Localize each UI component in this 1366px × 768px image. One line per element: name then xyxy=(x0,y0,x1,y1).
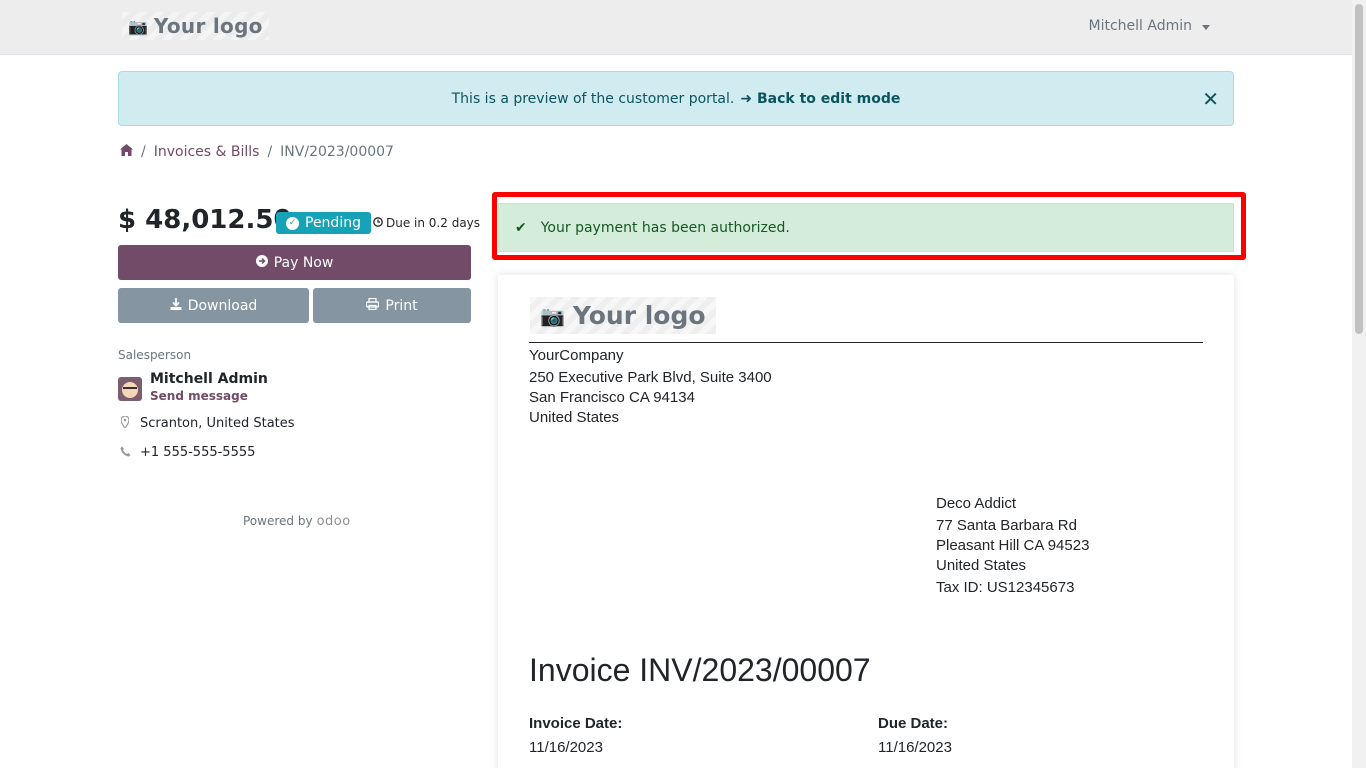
powered-by: Powered by odoo xyxy=(243,514,351,529)
close-icon[interactable]: ✕ xyxy=(1202,89,1219,109)
phone-icon xyxy=(120,446,131,460)
back-to-edit-link[interactable]: ➜ Back to edit mode xyxy=(740,91,900,107)
invoice-date-value: 11/16/2023 xyxy=(529,739,603,756)
header-divider xyxy=(529,342,1203,343)
customer-country: United States xyxy=(936,557,1027,574)
print-button[interactable]: Print xyxy=(313,288,471,323)
status-badge: ✓ Pending xyxy=(276,212,371,234)
invoice-title: Invoice INV/2023/00007 xyxy=(529,652,871,688)
page-scrollbar[interactable] xyxy=(1352,0,1366,768)
send-message-link[interactable]: Send message xyxy=(150,389,248,403)
highlight-box xyxy=(492,192,1246,260)
salesperson-label: Salesperson xyxy=(118,348,192,362)
due-label: Due in 0.2 days xyxy=(386,216,481,230)
user-menu-dropdown[interactable]: Mitchell Admin xyxy=(1088,18,1210,34)
powered-by-text: Powered by xyxy=(243,514,313,528)
location-text: Scranton, United States xyxy=(140,416,295,431)
scrollbar-thumb[interactable] xyxy=(1355,4,1363,334)
invoice-logo: 📷 Your logo xyxy=(530,297,716,334)
invoice-amount: $ 48,012.50 xyxy=(118,205,292,235)
customer-address: Deco Addict 77 Santa Barbara Rd Pleasant… xyxy=(936,494,1089,598)
status-label: Pending xyxy=(305,215,361,231)
user-name: Mitchell Admin xyxy=(1088,18,1193,34)
back-to-edit-label: Back to edit mode xyxy=(756,90,901,107)
due-date-label: Due Date: xyxy=(878,715,949,732)
camera-icon: 📷 xyxy=(128,16,148,36)
pay-now-label: Pay Now xyxy=(273,254,334,271)
home-icon[interactable] xyxy=(120,144,133,160)
logo-text: Your logo xyxy=(153,14,263,38)
customer-name: Deco Addict xyxy=(936,495,1017,512)
breadcrumb: / Invoices & Bills / INV/2023/00007 xyxy=(120,144,394,160)
company-street: 250 Executive Park Blvd, Suite 3400 xyxy=(529,369,772,386)
customer-city: Pleasant Hill CA 94523 xyxy=(936,537,1090,554)
arrow-right-icon: ➜ xyxy=(740,90,753,107)
download-icon xyxy=(170,297,182,314)
company-country: United States xyxy=(529,409,620,426)
company-city: San Francisco CA 94134 xyxy=(529,389,695,406)
breadcrumb-current-invoice: INV/2023/00007 xyxy=(280,144,394,160)
invoice-logo-text: Your logo xyxy=(572,301,706,330)
company-address: YourCompany 250 Executive Park Blvd, Sui… xyxy=(529,346,772,428)
odoo-logo[interactable]: odoo xyxy=(317,514,351,529)
location-row: Scranton, United States xyxy=(120,415,295,431)
customer-tax-id: Tax ID: US12345673 xyxy=(936,579,1075,596)
download-button[interactable]: Download xyxy=(118,288,309,323)
company-logo[interactable]: 📷 Your logo xyxy=(122,12,269,40)
breadcrumb-separator: / xyxy=(141,144,146,160)
printer-icon xyxy=(366,297,380,314)
salesperson-name: Mitchell Admin xyxy=(150,371,268,387)
print-label: Print xyxy=(385,297,418,314)
clock-icon xyxy=(373,216,383,230)
caret-down-icon xyxy=(1202,24,1210,30)
arrow-circle-right-icon xyxy=(255,254,268,271)
breadcrumb-separator: / xyxy=(267,144,273,160)
preview-message: This is a preview of the customer portal… xyxy=(451,90,735,107)
invoice-date-label: Invoice Date: xyxy=(529,715,623,732)
download-label: Download xyxy=(187,297,258,314)
map-marker-icon xyxy=(120,415,130,431)
preview-alert: This is a preview of the customer portal… xyxy=(118,71,1234,126)
due-info: Due in 0.2 days xyxy=(373,216,480,230)
camera-icon: 📷 xyxy=(540,303,565,328)
breadcrumb-invoices-bills[interactable]: Invoices & Bills xyxy=(154,144,260,160)
customer-street: 77 Santa Barbara Rd xyxy=(936,517,1077,534)
pay-now-button[interactable]: Pay Now xyxy=(118,245,471,280)
company-name: YourCompany xyxy=(529,347,624,364)
phone-row: +1 555-555-5555 xyxy=(120,445,255,460)
check-circle-icon: ✓ xyxy=(286,216,299,230)
phone-text: +1 555-555-5555 xyxy=(140,445,256,460)
avatar xyxy=(118,377,142,401)
due-date-value: 11/16/2023 xyxy=(878,739,952,756)
top-navbar: 📷 Your logo Mitchell Admin xyxy=(0,0,1352,55)
